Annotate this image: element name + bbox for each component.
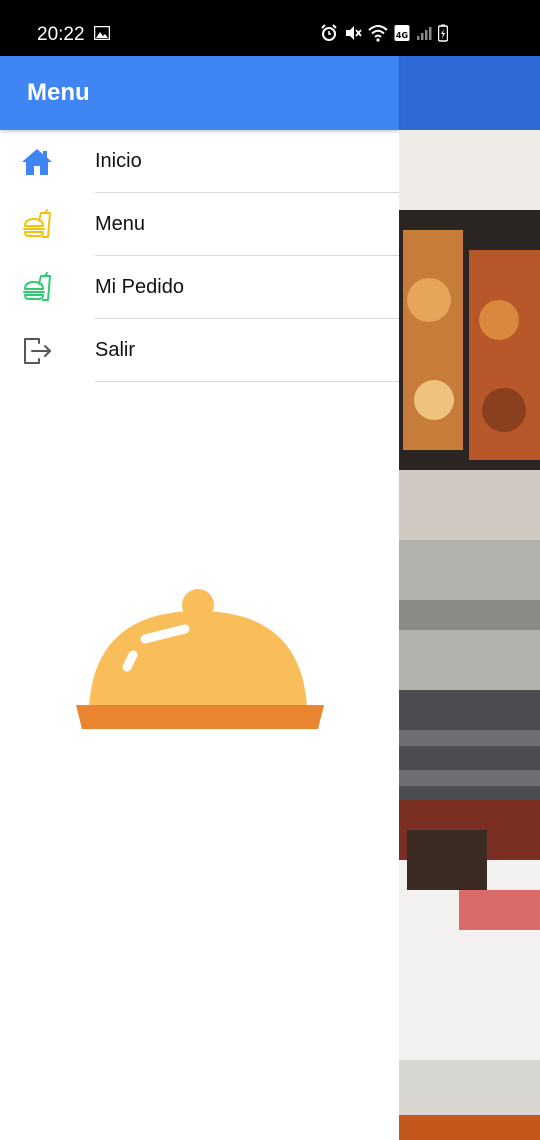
menu-item-label: Mi Pedido bbox=[95, 276, 184, 298]
drawer-title: Menu bbox=[27, 79, 90, 106]
logout-icon bbox=[24, 337, 51, 364]
battery-charging-icon bbox=[438, 24, 448, 42]
alarm-icon bbox=[321, 24, 337, 41]
menu-item-salir[interactable]: Salir bbox=[0, 319, 399, 382]
menu-item-label: Salir bbox=[95, 339, 136, 361]
menu-item-label: Menu bbox=[95, 213, 146, 235]
menu-item-inicio[interactable]: Inicio bbox=[0, 130, 399, 193]
divider bbox=[95, 381, 399, 382]
drawer-menu-list: Inicio Menu Mi Pedido Salir bbox=[0, 130, 399, 382]
menu-item-mi-pedido[interactable]: Mi Pedido bbox=[0, 256, 399, 319]
network-type-label: 4G bbox=[396, 31, 408, 40]
food-cloche-icon bbox=[76, 589, 324, 729]
navigation-drawer: Menu Inicio Menu Mi Pedido Salir bbox=[0, 56, 399, 1140]
fast-food-icon bbox=[23, 208, 51, 238]
drawer-header: Menu bbox=[0, 56, 399, 130]
home-icon bbox=[22, 148, 52, 175]
restaurant-background-image bbox=[399, 130, 540, 1140]
status-bar: 20:22 4G bbox=[0, 0, 540, 56]
menu-item-menu[interactable]: Menu bbox=[0, 193, 399, 256]
mute-icon bbox=[346, 26, 362, 40]
lte-icon: 4G bbox=[394, 25, 410, 41]
wifi-icon bbox=[368, 25, 388, 42]
menu-item-label: Inicio bbox=[95, 150, 142, 172]
status-icons: 4G bbox=[320, 24, 448, 42]
status-time: 20:22 bbox=[37, 24, 85, 45]
fast-food-icon bbox=[23, 271, 51, 301]
gallery-notification-icon bbox=[94, 26, 110, 40]
signal-icon bbox=[417, 27, 432, 40]
